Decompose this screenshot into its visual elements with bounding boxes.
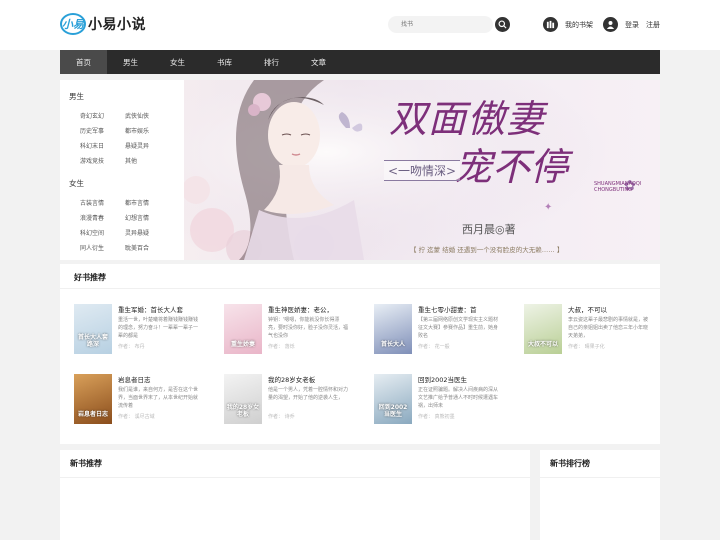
- category-link[interactable]: 武侠仙侠: [125, 111, 149, 120]
- nav-home[interactable]: 首页: [60, 50, 107, 74]
- category-link[interactable]: 其他: [125, 156, 137, 165]
- book-card[interactable]: 首长大人套路深 重生军婚：首长大人套重活一世，叶楚曦将着赚钱赚钱赚钱的理念，努力奋…: [60, 304, 200, 368]
- category-link[interactable]: 浪漫青春: [80, 213, 104, 222]
- book-cover[interactable]: 重生娇妻: [224, 304, 262, 354]
- logo-mark: 小易: [60, 13, 86, 35]
- nav-male[interactable]: 男生: [107, 50, 154, 74]
- book-author: 作者： 晴果子化: [568, 344, 605, 350]
- main-nav: 首页 男生 女生 书库 排行 文章: [60, 50, 660, 74]
- banner-tagline: 【 拧 迄蒙 结婚 还遇到一个没有脸皮的大无赖…… 】: [410, 246, 564, 254]
- new-books-panel: 新书推荐: [60, 450, 530, 540]
- book-cover-text: 回到2002当医生: [378, 404, 408, 418]
- site-logo[interactable]: 小易 小易小说: [60, 12, 146, 36]
- category-link[interactable]: 灵异悬疑: [125, 228, 149, 237]
- recommend-title: 好书推荐: [74, 273, 106, 282]
- bookshelf-icon: [546, 20, 555, 29]
- book-cover-text: 岩息者日志: [77, 411, 108, 418]
- divider: [540, 477, 660, 478]
- category-link[interactable]: 都市娱乐: [125, 126, 149, 135]
- banner-author: 西月晨◎著: [462, 223, 516, 236]
- book-cover-text: 首长大人: [380, 341, 405, 348]
- category-link[interactable]: 科幻末日: [80, 141, 104, 150]
- book-title[interactable]: 重生军婚：首长大人套: [118, 304, 198, 314]
- book-cover-text: 我的28岁女老板: [226, 404, 260, 418]
- nav-library[interactable]: 书库: [201, 50, 248, 74]
- book-card[interactable]: 回到2002当医生 回到2002当医生 正在证照骗题。解决人间疾病的深从文艺推广给予…: [360, 374, 500, 438]
- register-link[interactable]: 注册: [646, 20, 660, 30]
- book-card[interactable]: 大叔不可以 大叔，不可以李云姿这辈子最悲剧的事情就是，被自己的亲姐姐出卖了他恋三年…: [510, 304, 650, 368]
- book-cover-text: 重生娇妻: [230, 341, 255, 348]
- category-link[interactable]: 耽美百合: [125, 243, 149, 252]
- book-cover[interactable]: 回到2002当医生: [374, 374, 412, 424]
- recommend-panel: 好书推荐 首长大人套路深 重生军婚：首长大人套重活一世，叶楚曦将着赚钱赚钱赚钱的理…: [60, 264, 660, 444]
- search-button[interactable]: [495, 17, 510, 32]
- category-link[interactable]: 同人衍生: [80, 243, 104, 252]
- book-author: 作者： 花一般: [418, 344, 450, 350]
- book-card[interactable]: 首长大人 重生七零小甜妻：首【第三届网络原创文学现实主义题材征文大赛】参赛作品】重…: [360, 304, 500, 368]
- category-link[interactable]: 历史军事: [80, 126, 104, 135]
- book-title[interactable]: 重生七零小甜妻：首: [418, 304, 498, 314]
- book-author: 作者： 布丹: [118, 344, 145, 350]
- category-link[interactable]: 游戏竞技: [80, 156, 104, 165]
- banner-title-line1: 双面傲妻: [389, 97, 546, 141]
- book-card[interactable]: 岩息者日志 岩息者日志 我们是谁，来自何方，是否在这个世界，当面世界末了，从本世纪开…: [60, 374, 200, 438]
- banner-title-line2: 宠不停: [454, 145, 569, 189]
- user-avatar-button[interactable]: [603, 17, 618, 32]
- book-cover[interactable]: 大叔不可以: [524, 304, 562, 354]
- book-author: 作者： 诗乔: [268, 414, 295, 420]
- banner-subtitle: <一吻情深>: [384, 160, 461, 181]
- divider: [60, 477, 530, 478]
- search-input[interactable]: [388, 16, 493, 33]
- nav-ranking[interactable]: 排行: [248, 50, 295, 74]
- bookshelf-link[interactable]: 我的书架: [565, 20, 593, 30]
- category-panel: 男生 奇幻玄幻 武侠仙侠 历史军事 都市娱乐 科幻末日 悬疑灵异 游戏竞技 其他…: [60, 80, 184, 260]
- category-male-title: 男生: [69, 92, 84, 101]
- logo-text: 小易小说: [88, 17, 146, 33]
- book-description: 正在证照骗题。解决人间疾病的深从文艺推广给予普通人不时时候遭遇车祸，出师未: [418, 387, 498, 409]
- book-card[interactable]: 重生娇妻 重生神医娇妻：老公， 钟钥：'嗯嗯，你能就没你长得漂亮，要时没你好，脸子没…: [210, 304, 350, 368]
- book-cover[interactable]: 首长大人套路深: [74, 304, 112, 354]
- category-link[interactable]: 悬疑灵异: [125, 141, 149, 150]
- book-cover[interactable]: 我的28岁女老板: [224, 374, 262, 424]
- banner-pinyin: SHUANGMIANAOQI CHONGBUTING: [594, 181, 642, 193]
- login-link[interactable]: 登录: [625, 20, 639, 30]
- top-header: 小易 小易小说 我的书架 登录 注册: [0, 0, 720, 50]
- category-link[interactable]: 幻想言情: [125, 213, 149, 222]
- book-cover-text: 大叔不可以: [527, 341, 558, 348]
- book-title[interactable]: 我的28岁女老板: [268, 374, 348, 384]
- user-icon: [606, 20, 615, 29]
- book-title[interactable]: 回到2002当医生: [418, 374, 498, 384]
- book-description: 李云姿这辈子最悲剧的事情就是，被自己的亲姐姐出卖了他恋三年小年晓天弟弟，: [568, 317, 648, 339]
- book-title[interactable]: 岩息者日志: [118, 374, 198, 384]
- book-cover[interactable]: 首长大人: [374, 304, 412, 354]
- book-description: 【第三届网络原创文学现实主义题材征文大赛】参赛作品】重生前，她身败名: [418, 317, 498, 339]
- book-description: 我们是谁，来自何方，是否在这个世界，当面世界末了，从本世纪开始就流传着: [118, 387, 198, 409]
- bookshelf-button[interactable]: [543, 17, 558, 32]
- nav-female[interactable]: 女生: [154, 50, 201, 74]
- search-icon: [498, 20, 507, 29]
- nav-articles[interactable]: 文章: [295, 50, 342, 74]
- svg-text:✦: ✦: [544, 202, 552, 213]
- book-title[interactable]: 大叔，不可以: [568, 304, 648, 314]
- book-description: 他是一个男人，凭着一腔情怀和对力量的渴望，开始了他的逆袭人生，: [268, 387, 348, 401]
- ranking-panel: 新书排行榜: [540, 450, 660, 540]
- book-author: 作者： 落烁: [268, 344, 295, 350]
- book-description: 钟钥：'嗯嗯，你能就没你长得漂亮，要时没你好，脸子没你灵活，福气也没你: [268, 317, 348, 339]
- book-description: 重活一世，叶楚曦将着赚钱赚钱赚钱的理念，努力奋斗！一辈辈一辈子一辈的都是: [118, 317, 198, 339]
- book-author: 作者： 溪尽古域: [118, 414, 155, 420]
- ranking-title: 新书排行榜: [550, 459, 590, 468]
- book-card[interactable]: 我的28岁女老板 我的28岁女老板 他是一个男人，凭着一腔情怀和对力量的渴望，开始了…: [210, 374, 350, 438]
- category-link[interactable]: 都市言情: [125, 198, 149, 207]
- category-female-title: 女生: [69, 179, 84, 188]
- book-title[interactable]: 重生神医娇妻：老公，: [268, 304, 348, 314]
- book-author: 作者： 真熊初墨: [418, 414, 455, 420]
- featured-banner[interactable]: ✿ ✦ 双面傲妻 宠不停 <一吻情深> SHUANGMIANAOQI CHONG…: [184, 80, 660, 260]
- divider: [60, 288, 660, 289]
- category-link[interactable]: 科幻空间: [80, 228, 104, 237]
- book-cover-text: 首长大人套路深: [77, 334, 108, 348]
- category-link[interactable]: 古装言情: [80, 198, 104, 207]
- category-link[interactable]: 奇幻玄幻: [80, 111, 104, 120]
- new-books-title: 新书推荐: [70, 459, 102, 468]
- book-cover[interactable]: 岩息者日志: [74, 374, 112, 424]
